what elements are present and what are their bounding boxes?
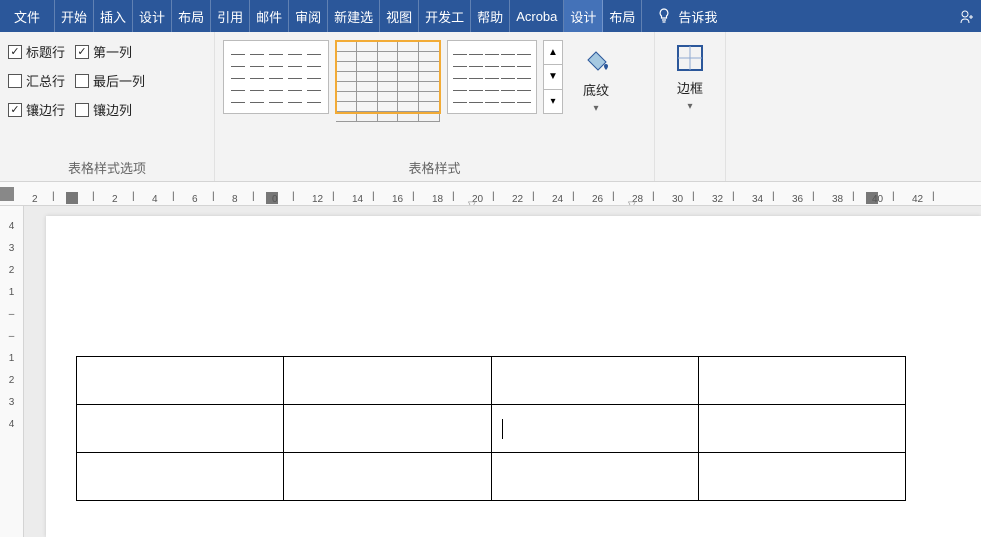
check-header-row[interactable]: ✓标题行 [8, 42, 65, 61]
tab-developer[interactable]: 开发工 [419, 0, 471, 32]
tab-tool-design[interactable]: 设计 [564, 0, 603, 32]
shading-button[interactable]: 底纹 ▾ [569, 40, 623, 114]
tell-me-label: 告诉我 [678, 7, 717, 26]
style-thumb-2-selected[interactable] [335, 40, 441, 114]
style-thumb-3[interactable] [447, 40, 537, 114]
group-borders: 边框 ▾ [655, 32, 726, 181]
document-table[interactable] [76, 356, 906, 501]
check-banded-columns[interactable]: 镶边列 [75, 100, 132, 119]
table-styles-gallery[interactable]: ▲ ▼ ▾ 底纹 ▾ [223, 38, 623, 114]
tab-design[interactable]: 设计 [133, 0, 172, 32]
group-table-style-options: ✓标题行 ✓第一列 汇总行 最后一列 ✓镶边行 镶边列 表格样式选项 [0, 32, 215, 181]
tell-me[interactable]: 告诉我 [642, 0, 731, 32]
chevron-down-icon: ▾ [687, 101, 692, 112]
group-label-table-styles: 表格样式 [223, 154, 646, 179]
table-cell[interactable] [491, 453, 698, 501]
share-button[interactable] [953, 0, 981, 32]
horizontal-ruler[interactable]: 2||2|4|6|8|0|12|14|16|18|20|▽22|24|26|28… [0, 182, 981, 206]
chevron-down-icon: ▾ [593, 103, 598, 114]
tab-view[interactable]: 视图 [380, 0, 419, 32]
table-cell[interactable] [284, 453, 491, 501]
document-page[interactable] [46, 216, 981, 537]
check-first-column[interactable]: ✓第一列 [75, 42, 132, 61]
group-label-style-options: 表格样式选项 [8, 154, 206, 179]
tab-layout[interactable]: 布局 [172, 0, 211, 32]
table-cell[interactable] [284, 405, 491, 453]
table-cell[interactable] [698, 357, 905, 405]
tab-mailings[interactable]: 邮件 [250, 0, 289, 32]
ribbon: ✓标题行 ✓第一列 汇总行 最后一列 ✓镶边行 镶边列 表格样式选项 [0, 32, 981, 182]
check-total-row[interactable]: 汇总行 [8, 71, 65, 90]
paint-bucket-icon [580, 44, 612, 76]
gallery-spinner: ▲ ▼ ▾ [543, 40, 563, 114]
tab-newtab[interactable]: 新建选 [328, 0, 380, 32]
document-area: 4321––1234 [0, 206, 981, 537]
table-cell[interactable] [284, 357, 491, 405]
borders-button[interactable]: 边框 ▾ [663, 38, 717, 112]
borders-icon [674, 42, 706, 74]
table-row [77, 357, 906, 405]
gallery-more-button[interactable]: ▾ [544, 90, 562, 113]
tab-insert[interactable]: 插入 [94, 0, 133, 32]
style-thumb-1[interactable] [223, 40, 329, 114]
group-table-styles: ▲ ▼ ▾ 底纹 ▾ 表格样式 [215, 32, 655, 181]
table-cell[interactable] [491, 357, 698, 405]
tabstop-selector[interactable] [0, 187, 14, 201]
table-cell[interactable] [77, 405, 284, 453]
table-cell[interactable] [77, 453, 284, 501]
table-cell-cursor[interactable] [491, 405, 698, 453]
tab-references[interactable]: 引用 [211, 0, 250, 32]
vertical-ruler[interactable]: 4321––1234 [0, 206, 24, 537]
tab-help[interactable]: 帮助 [471, 0, 510, 32]
check-last-column[interactable]: 最后一列 [75, 71, 145, 90]
table-cell[interactable] [698, 453, 905, 501]
tab-acrobat[interactable]: Acroba [510, 0, 564, 32]
tab-file[interactable]: 文件 [0, 0, 55, 32]
table-row [77, 453, 906, 501]
lightbulb-icon [656, 8, 672, 24]
table-row [77, 405, 906, 453]
tab-review[interactable]: 审阅 [289, 0, 328, 32]
tab-home[interactable]: 开始 [55, 0, 94, 32]
gallery-down-button[interactable]: ▼ [544, 65, 562, 89]
gallery-up-button[interactable]: ▲ [544, 41, 562, 65]
share-icon [959, 8, 975, 24]
tab-tool-layout[interactable]: 布局 [603, 0, 642, 32]
ribbon-tabbar: 文件 开始 插入 设计 布局 引用 邮件 审阅 新建选 视图 开发工 帮助 Ac… [0, 0, 981, 32]
table-cell[interactable] [698, 405, 905, 453]
check-banded-rows[interactable]: ✓镶边行 [8, 100, 65, 119]
table-cell[interactable] [77, 357, 284, 405]
